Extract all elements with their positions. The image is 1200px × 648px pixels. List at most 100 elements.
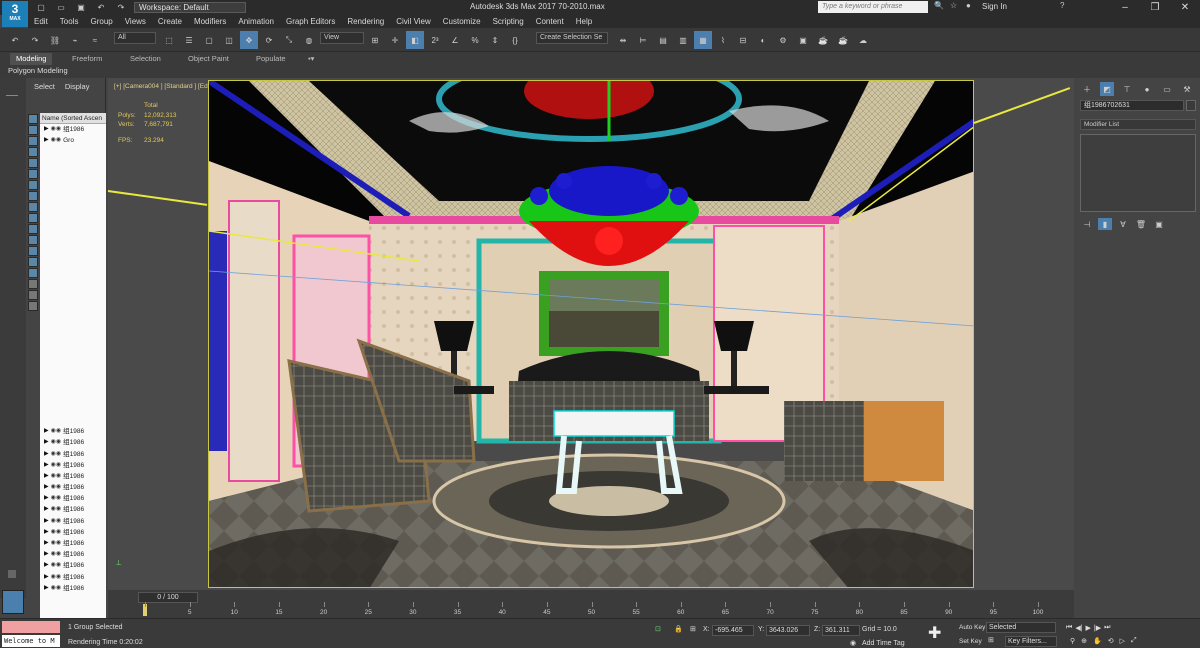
filter-cameras-icon[interactable] [28,147,38,157]
display-none-icon[interactable] [28,257,38,267]
expand-arrow-icon[interactable]: ▶ [44,516,49,527]
maximize-viewport-icon[interactable]: ⤢ [1131,637,1137,645]
hierarchy-tab-icon[interactable]: ⊤ [1120,82,1134,96]
previous-frame-icon[interactable]: ◀| [1075,624,1082,632]
select-move-icon[interactable]: ✥ [240,31,258,49]
visibility-eye-icon[interactable]: ◉◉ [51,527,61,538]
tab-selection[interactable]: Selection [124,53,167,65]
angle-snap-icon[interactable]: ∠ [446,31,464,49]
expand-arrow-icon[interactable]: ▶ [44,437,49,448]
filter-icon[interactable] [28,290,38,300]
explorer-row[interactable]: ▶ ◉◉ 组1986 [40,504,106,515]
visibility-eye-icon[interactable]: ◉◉ [51,471,61,482]
visibility-eye-icon[interactable]: ◉◉ [51,135,61,146]
percent-snap-icon[interactable]: % [466,31,484,49]
absolute-mode-icon[interactable]: ⊞ [690,625,696,633]
select-scale-icon[interactable]: ⤡ [280,31,298,49]
lock-selection-icon[interactable]: 🔒 [674,625,683,633]
maxscript-mini-listener[interactable] [2,621,60,633]
explorer-row[interactable]: ▶ ◉◉ 组1986 [40,124,106,135]
zoom-all-icon[interactable]: ⊕ [1081,637,1087,645]
spinner-snap-icon[interactable]: ⇕ [486,31,504,49]
configure-sets-icon[interactable]: ▣ [1152,218,1166,230]
tab-modeling[interactable]: Modeling [10,53,53,65]
explorer-row[interactable]: ▶ ◉◉ 组1986 [40,493,106,504]
z-coord-field[interactable]: 361.311 [822,625,860,636]
explorer-row[interactable]: ▶ ◉◉ 组1986 [40,560,106,571]
explorer-row[interactable] [40,146,106,157]
visibility-eye-icon[interactable]: ◉◉ [51,583,61,594]
expand-arrow-icon[interactable]: ▶ [44,527,49,538]
filter-groups-icon[interactable] [28,180,38,190]
visibility-eye-icon[interactable]: ◉◉ [51,572,61,583]
binoculars-icon[interactable]: 🔍 [934,1,944,10]
explorer-row[interactable]: ▶ ◉◉ 组1986 [40,471,106,482]
pan-icon[interactable]: ✋ [1093,637,1102,645]
ribbon-options-icon[interactable]: ▪▾ [302,53,320,65]
menu-animation[interactable]: Animation [232,15,280,28]
sign-in-link[interactable]: Sign In [982,2,1007,11]
menu-graph-editors[interactable]: Graph Editors [280,15,341,28]
isolate-icon[interactable]: ⊡ [655,625,661,633]
create-tab-icon[interactable]: ＋ [1080,82,1094,96]
invert-display-icon[interactable] [28,268,38,278]
play-icon[interactable]: ▶ [1086,624,1091,632]
tab-freeform[interactable]: Freeform [66,53,108,65]
time-slider[interactable]: 0 / 100 0 5 10 15 20 25 30 35 40 45 50 55 60 65 70 75 80… [108,590,1074,618]
expand-strip-icon[interactable] [8,570,16,578]
explorer-row[interactable] [40,247,106,258]
visibility-eye-icon[interactable]: ◉◉ [51,449,61,460]
explorer-row[interactable] [40,337,106,348]
menu-edit[interactable]: Edit [28,15,54,28]
menu-content[interactable]: Content [530,15,570,28]
explorer-row[interactable] [40,415,106,426]
key-filters-button[interactable]: Key Filters... [1005,636,1057,647]
rendered-frame-icon[interactable]: ▣ [794,31,812,49]
visibility-eye-icon[interactable]: ◉◉ [51,560,61,571]
motion-tab-icon[interactable]: ● [1140,82,1154,96]
material-editor-icon[interactable]: ◐ [754,31,772,49]
find-icon[interactable] [28,279,38,289]
explorer-row[interactable] [40,158,106,169]
visibility-eye-icon[interactable]: ◉◉ [51,437,61,448]
reference-coord-dropdown[interactable]: View [320,32,364,44]
maximize-button[interactable]: ❐ [1140,0,1170,15]
filter-containers-icon[interactable] [28,213,38,223]
redo-icon[interactable]: ↷ [26,31,44,49]
auto-key-button[interactable]: Auto Key [955,622,990,634]
modifier-stack[interactable] [1080,134,1196,212]
display-all-icon[interactable] [28,246,38,256]
set-key-button[interactable]: Set Key [955,636,986,648]
explorer-row[interactable]: ▶ ◉◉ 组1986 [40,527,106,538]
modifier-list-dropdown[interactable]: Modifier List [1080,119,1196,130]
add-time-tag-button[interactable]: Add Time Tag [862,640,905,647]
maxscript-output[interactable]: Welcome to M [2,635,60,647]
explorer-row[interactable]: ▶ ◉◉ 组1986 [40,572,106,583]
add-time-tag-icon[interactable]: ◉ [850,639,856,647]
expand-arrow-icon[interactable]: ▶ [44,549,49,560]
expand-arrow-icon[interactable]: ▶ [44,135,49,146]
explorer-row[interactable] [40,370,106,381]
explorer-column-header[interactable]: Name (Sorted Ascen [40,113,106,124]
go-to-end-icon[interactable]: ⏭ [1104,624,1110,632]
explorer-row[interactable] [40,180,106,191]
explorer-row[interactable] [40,359,106,370]
explorer-row[interactable] [40,292,106,303]
expand-arrow-icon[interactable]: ▶ [44,460,49,471]
y-coord-field[interactable]: 3643.026 [766,625,810,636]
placement-icon[interactable]: ◍ [300,31,318,49]
explorer-row[interactable]: ▶ ◉◉ 组1986 [40,460,106,471]
explorer-row[interactable] [40,303,106,314]
visibility-eye-icon[interactable]: ◉◉ [51,493,61,504]
key-filters-icon[interactable]: ⊞ [988,636,994,644]
filter-spacewarps-icon[interactable] [28,169,38,179]
explorer-row[interactable]: ▶ ◉◉ 组1986 [40,448,106,459]
filter-hidden-icon[interactable] [28,235,38,245]
search-input[interactable]: Type a keyword or phrase [818,1,928,13]
expand-arrow-icon[interactable]: ▶ [44,560,49,571]
next-frame-icon[interactable]: |▶ [1094,624,1101,632]
select-rotate-icon[interactable]: ⟳ [260,31,278,49]
modify-tab-icon[interactable]: ◩ [1100,82,1114,96]
explorer-row[interactable] [40,325,106,336]
schematic-view-icon[interactable]: ⊟ [734,31,752,49]
